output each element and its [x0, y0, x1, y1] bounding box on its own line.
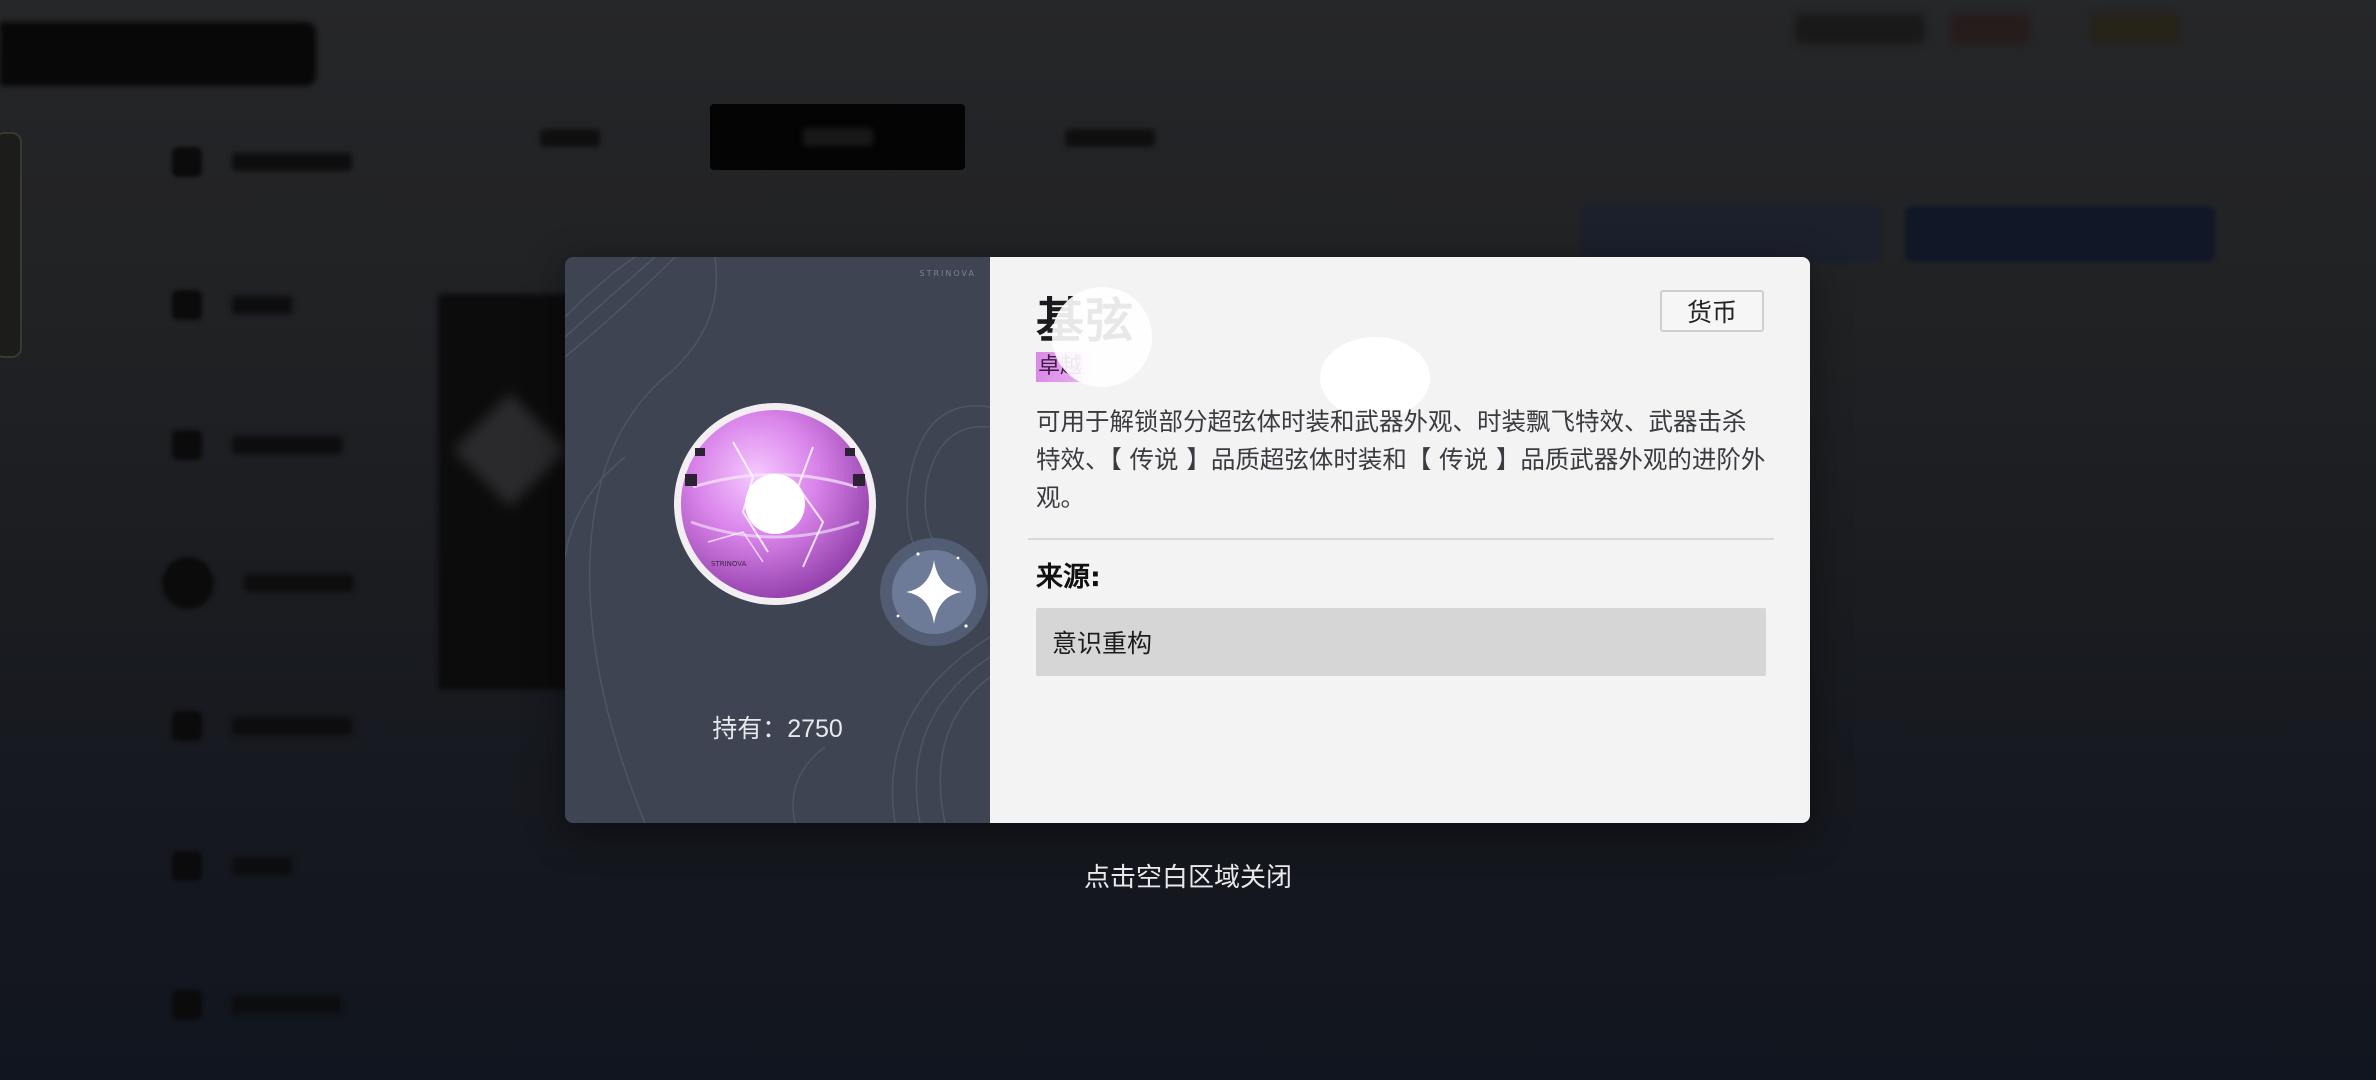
pink-crystal-orb-icon: STRINOVA	[673, 402, 877, 606]
light-glare	[1052, 287, 1152, 387]
close-hint: 点击空白区域关闭	[1083, 863, 1292, 893]
item-description: 可用于解锁部分超弦体时装和武器外观、时装飘飞特效、武器击杀特效、【 传说 】品质…	[1036, 407, 1766, 512]
sparkle-star-icon	[878, 536, 990, 648]
owned-count: 持有：2750	[712, 715, 843, 743]
source-label: 来源:	[1036, 562, 1101, 593]
item-preview-panel: STRINOVA STRINOVA 持有：2750	[565, 257, 990, 823]
item-type-tag: 货币	[1660, 290, 1764, 332]
brand-watermark: STRINOVA	[919, 269, 976, 278]
source-entry[interactable]: 意识重构	[1036, 608, 1766, 676]
item-detail-modal: STRINOVA STRINOVA 持有：2750 货币 卓越 可用于解锁部分超…	[565, 257, 1810, 823]
divider	[1028, 538, 1774, 540]
svg-text:STRINOVA: STRINOVA	[711, 560, 747, 568]
item-info-panel: 基弦 货币 卓越 可用于解锁部分超弦体时装和武器外观、时装飘飞特效、武器击杀特效…	[990, 257, 1810, 823]
